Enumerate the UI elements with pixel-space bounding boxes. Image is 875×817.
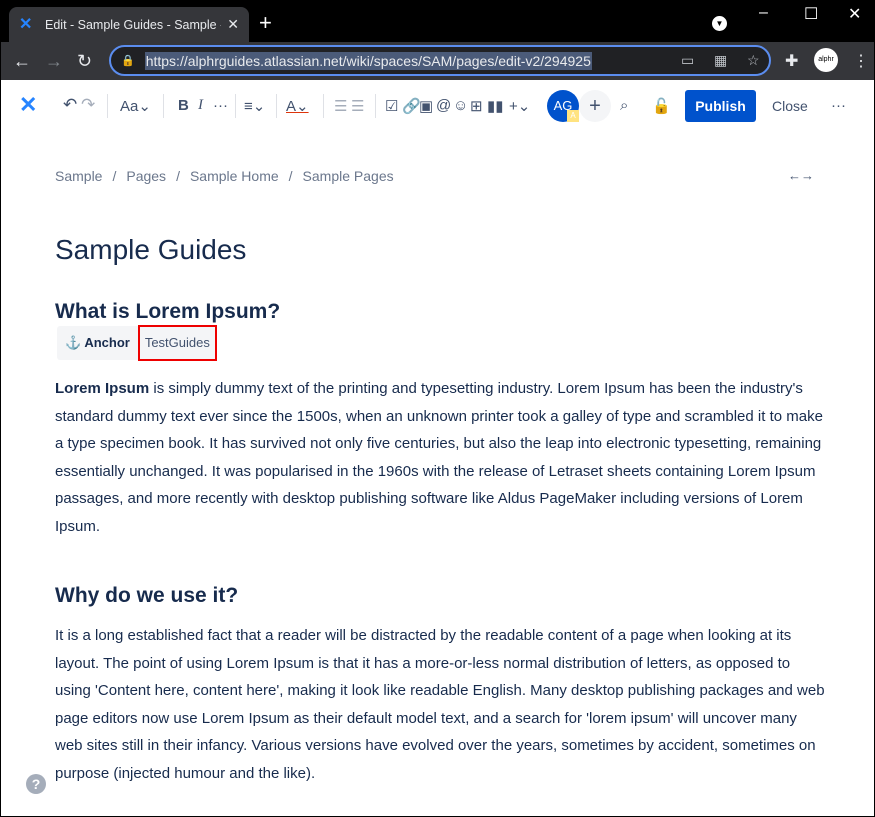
extensions-icon[interactable]: ✚ xyxy=(785,51,798,71)
divider xyxy=(276,94,277,118)
close-tab-icon[interactable]: ✕ xyxy=(227,16,239,33)
insert-more-icon[interactable]: +⌄ xyxy=(509,97,530,115)
divider xyxy=(107,94,108,118)
more-options-icon[interactable]: ··· xyxy=(831,97,846,114)
url-text[interactable]: https://alphrguides.atlassian.net/wiki/s… xyxy=(144,51,592,70)
layout-icon[interactable]: ▮▮ xyxy=(487,97,504,115)
paragraph-2[interactable]: It is a long established fact that a rea… xyxy=(55,622,825,787)
forward-icon[interactable]: → xyxy=(45,51,63,72)
lock-icon: 🔒 xyxy=(121,55,135,67)
divider xyxy=(235,94,236,118)
heading-what-is-lorem-ipsum[interactable]: What is Lorem Ipsum? xyxy=(55,300,280,324)
cast-icon[interactable]: ▭ xyxy=(681,52,694,69)
maximize-button[interactable]: ☐ xyxy=(804,4,818,24)
menu-icon[interactable]: ⋮ xyxy=(853,51,869,71)
link-icon[interactable]: 🔗 xyxy=(402,97,421,115)
text-color-icon[interactable]: A⌄ xyxy=(286,97,309,115)
url-input[interactable]: 🔒 https://alphrguides.atlassian.net/wiki… xyxy=(109,45,771,76)
bullet-list-icon[interactable]: ☰ xyxy=(334,97,347,115)
anchor-text: Anchor xyxy=(84,335,130,350)
breadcrumb-item[interactable]: Sample xyxy=(55,168,102,184)
new-tab-button[interactable]: + xyxy=(259,10,272,36)
back-icon[interactable]: ← xyxy=(13,51,31,72)
publish-button[interactable]: Publish xyxy=(685,90,756,122)
align-icon[interactable]: ≡⌄ xyxy=(244,97,265,115)
breadcrumb-item[interactable]: Pages xyxy=(126,168,166,184)
search-icon[interactable]: ⌕ xyxy=(620,97,628,114)
star-icon[interactable]: ☆ xyxy=(747,52,760,69)
full-width-toggle-icon[interactable]: ←→ xyxy=(788,168,814,183)
restrictions-lock-icon[interactable]: 🔓 xyxy=(652,97,671,115)
heading-why-do-we-use-it[interactable]: Why do we use it? xyxy=(55,584,238,608)
breadcrumb-item[interactable]: Sample Home xyxy=(190,168,279,184)
close-button[interactable]: Close xyxy=(772,98,808,114)
tab-bar: ✕ Edit - Sample Guides - Sample - C ✕ + … xyxy=(1,0,874,42)
reload-icon[interactable]: ↻ xyxy=(77,51,92,72)
tab-search-icon[interactable]: ▼ xyxy=(712,16,727,31)
image-icon[interactable]: ▣ xyxy=(419,97,433,115)
checkbox-icon[interactable]: ☑ xyxy=(385,97,398,115)
avatar-badge: A xyxy=(567,110,579,122)
minimize-button[interactable]: – xyxy=(759,4,768,22)
numbered-list-icon[interactable]: ☰ xyxy=(351,97,364,115)
confluence-logo-icon[interactable]: ✕ xyxy=(19,92,37,118)
bold-icon[interactable]: B xyxy=(178,97,189,114)
table-icon[interactable]: ⊞ xyxy=(470,97,483,115)
address-bar-row: ← → ↻ 🔒 https://alphrguides.atlassian.ne… xyxy=(1,42,874,80)
tab-title: Edit - Sample Guides - Sample - C xyxy=(45,17,222,32)
profile-avatar[interactable]: alphr xyxy=(814,48,838,72)
anchor-icon: ⚓ xyxy=(65,335,82,350)
divider xyxy=(163,94,164,118)
confluence-logo-icon: ✕ xyxy=(19,15,33,33)
qr-code-icon[interactable]: ▦ xyxy=(714,52,727,69)
emoji-icon[interactable]: ☺ xyxy=(453,97,468,114)
anchor-macro[interactable]: ⚓ Anchor TestGuides xyxy=(57,325,217,361)
more-formatting-icon[interactable]: ··· xyxy=(213,97,228,114)
page-title[interactable]: Sample Guides xyxy=(55,234,246,266)
anchor-label: ⚓ Anchor xyxy=(57,335,138,351)
italic-icon[interactable]: I xyxy=(198,97,203,114)
paragraph-1[interactable]: Lorem Ipsum is simply dummy text of the … xyxy=(55,375,825,540)
breadcrumb: Sample / Pages / Sample Home / Sample Pages xyxy=(55,168,394,184)
redo-icon[interactable]: ↷ xyxy=(81,95,95,115)
undo-icon[interactable]: ↶ xyxy=(63,95,77,115)
editor-toolbar: ✕ ↶ ↷ Aa⌄ B I ··· ≡⌄ A⌄ ☰ ☰ ☑ 🔗 ▣ @ ☺ ⊞ … xyxy=(1,80,874,132)
divider xyxy=(375,94,376,118)
text-style-label: Aa xyxy=(120,98,139,115)
invite-button[interactable]: + xyxy=(579,90,611,122)
browser-tab[interactable]: ✕ Edit - Sample Guides - Sample - C ✕ xyxy=(9,7,249,42)
divider xyxy=(323,94,324,118)
help-icon[interactable]: ? xyxy=(26,774,46,794)
bold-text: Lorem Ipsum xyxy=(55,380,150,397)
anchor-name-highlighted[interactable]: TestGuides xyxy=(137,325,217,361)
breadcrumb-item[interactable]: Sample Pages xyxy=(303,168,394,184)
close-window-button[interactable]: ✕ xyxy=(848,4,861,24)
paragraph-text: is simply dummy text of the printing and… xyxy=(55,380,823,535)
browser-window: ✕ Edit - Sample Guides - Sample - C ✕ + … xyxy=(1,0,874,816)
text-style-dropdown[interactable]: Aa⌄ xyxy=(120,97,151,115)
mention-icon[interactable]: @ xyxy=(436,97,451,114)
